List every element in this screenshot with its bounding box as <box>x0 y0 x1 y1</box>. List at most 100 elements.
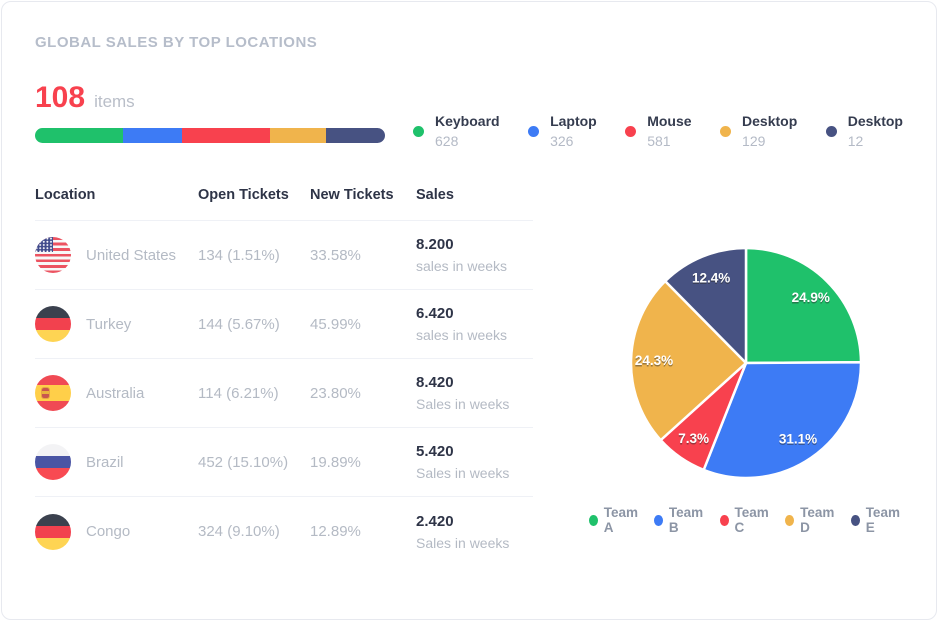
sales-value: 8.420 <box>416 374 533 391</box>
pie-slice-label: 31.1% <box>779 431 817 446</box>
product-legend-label: Mouse <box>647 111 691 132</box>
global-sales-card: GLOBAL SALES BY TOP LOCATIONS 108 items … <box>1 1 937 620</box>
items-summary: 108 items <box>35 81 385 143</box>
product-legend-label: Desktop <box>848 111 903 132</box>
open-tickets-value: 324 (9.10%) <box>198 523 310 540</box>
pie-legend-item-team-b[interactable]: Team B <box>654 505 707 535</box>
table-row[interactable]: United States134 (1.51%)33.58%8.200sales… <box>35 221 533 290</box>
pie-legend-item-team-a[interactable]: Team A <box>589 505 641 535</box>
sales-cell: 5.420Sales in weeks <box>416 443 533 481</box>
table-row[interactable]: Australia 114 (6.21%)23.80%8.420 Sales in … <box>35 359 533 428</box>
product-legend-value: 581 <box>647 132 691 152</box>
pie-legend-item-team-d[interactable]: Team D <box>785 505 838 535</box>
pie-legend-label: Team C <box>735 505 773 535</box>
product-legend-item-laptop: Laptop326 <box>528 111 597 152</box>
ru-flag-icon <box>35 444 71 480</box>
product-legend-value: 326 <box>550 132 597 152</box>
column-header-open-tickets: Open Tickets <box>198 187 310 203</box>
pie-legend-label: Team D <box>800 505 838 535</box>
sales-cell: 8.420 Sales in weeks <box>416 374 533 412</box>
legend-dot-icon <box>654 515 663 526</box>
product-legend-label: Laptop <box>550 111 597 132</box>
location-name: Brazil <box>86 454 124 471</box>
location-cell: Turkey <box>35 306 198 342</box>
new-tickets-value: 19.89% <box>310 454 416 471</box>
teams-pie-legend: Team A Team B Team C Team D Team E <box>589 505 903 535</box>
legend-dot-icon <box>785 515 794 526</box>
location-cell: Brazil <box>35 444 198 480</box>
legend-dot-icon <box>625 126 636 137</box>
product-legend-text: Desktop129 <box>742 111 797 152</box>
pie-legend-item-team-c[interactable]: Team C <box>720 505 773 535</box>
stats-row: 108 items Keyboard628Laptop326Mouse581De… <box>2 81 936 143</box>
table-row[interactable]: Turkey 144 (5.67%)45.99%6.420 sales in wee… <box>35 290 533 359</box>
pie-legend-label: Team B <box>669 505 707 535</box>
location-cell: United States <box>35 237 198 273</box>
page-title: GLOBAL SALES BY TOP LOCATIONS <box>2 2 936 51</box>
pie-slice-label: 24.3% <box>635 353 673 368</box>
pie-legend-item-team-e[interactable]: Team E <box>851 505 903 535</box>
de-flag-icon <box>35 514 71 550</box>
table-row[interactable]: Congo 324 (9.10%)12.89%2.420Sales in week… <box>35 497 533 566</box>
sales-caption: Sales in weeks <box>416 396 533 412</box>
pie-legend-label: Team E <box>866 505 903 535</box>
open-tickets-value: 134 (1.51%) <box>198 247 310 264</box>
product-legend-label: Keyboard <box>435 111 500 132</box>
items-bar-segment-mouse <box>182 128 270 143</box>
product-legend-value: 129 <box>742 132 797 152</box>
legend-dot-icon <box>413 126 424 137</box>
product-legend-item-desktop: Desktop12 <box>826 111 903 152</box>
sales-value: 5.420 <box>416 443 533 460</box>
column-header-location: Location <box>35 187 198 203</box>
product-legend-text: Keyboard628 <box>435 111 500 152</box>
table-body: United States134 (1.51%)33.58%8.200sales… <box>35 221 533 566</box>
product-legend-text: Laptop326 <box>550 111 597 152</box>
pie-legend-label: Team A <box>604 505 641 535</box>
location-name: Turkey <box>86 316 131 333</box>
new-tickets-value: 45.99% <box>310 316 416 333</box>
items-count-label: items <box>94 92 135 112</box>
items-bar-segment-laptop <box>123 128 183 143</box>
teams-pie-chart: 24.9%24.9%31.1%31.1%7.3%7.3%24.3%24.3%12… <box>616 233 876 493</box>
legend-dot-icon <box>720 515 729 526</box>
teams-pie-section: 24.9%24.9%31.1%31.1%7.3%7.3%24.3%24.3%12… <box>533 187 903 566</box>
location-cell: Congo <box>35 514 198 550</box>
legend-dot-icon <box>826 126 837 137</box>
column-header-new-tickets: New Tickets <box>310 187 416 203</box>
legend-dot-icon <box>720 126 731 137</box>
sales-caption: sales in weeks <box>416 327 533 343</box>
items-bar <box>35 128 385 143</box>
open-tickets-value: 114 (6.21%) <box>198 385 310 402</box>
open-tickets-value: 144 (5.67%) <box>198 316 310 333</box>
product-legend-item-desktop: Desktop129 <box>720 111 797 152</box>
products-legend: Keyboard628Laptop326Mouse581Desktop129De… <box>413 111 903 152</box>
product-legend-item-keyboard: Keyboard628 <box>413 111 500 152</box>
sales-cell: 8.200sales in weeks <box>416 236 533 274</box>
product-legend-text: Desktop12 <box>848 111 903 152</box>
de-flag-icon <box>35 306 71 342</box>
us-flag-icon <box>35 237 71 273</box>
product-legend-text: Mouse581 <box>647 111 691 152</box>
items-bar-segment-keyboard <box>35 128 123 143</box>
table-row[interactable]: Brazil452 (15.10%)19.89%5.420Sales in we… <box>35 428 533 497</box>
items-bar-segment-desktop-2 <box>326 128 386 143</box>
items-count: 108 <box>35 81 85 115</box>
location-name: Congo <box>86 523 130 540</box>
location-name: United States <box>86 247 176 264</box>
sales-value: 6.420 <box>416 305 533 322</box>
column-header-sales: Sales <box>416 187 533 203</box>
location-name: Australia <box>86 385 144 402</box>
product-legend-value: 628 <box>435 132 500 152</box>
pie-slice-label: 12.4% <box>692 270 730 285</box>
new-tickets-value: 12.89% <box>310 523 416 540</box>
legend-dot-icon <box>528 126 539 137</box>
sales-caption: Sales in weeks <box>416 535 533 551</box>
product-legend-value: 12 <box>848 132 903 152</box>
main-row: LocationOpen TicketsNew TicketsSales Uni… <box>2 187 936 566</box>
legend-dot-icon <box>589 515 598 526</box>
locations-table: LocationOpen TicketsNew TicketsSales Uni… <box>35 187 533 566</box>
new-tickets-value: 23.80% <box>310 385 416 402</box>
pie-slice-label: 24.9% <box>792 290 830 305</box>
sales-cell: 2.420Sales in weeks <box>416 513 533 551</box>
items-count-line: 108 items <box>35 81 385 115</box>
